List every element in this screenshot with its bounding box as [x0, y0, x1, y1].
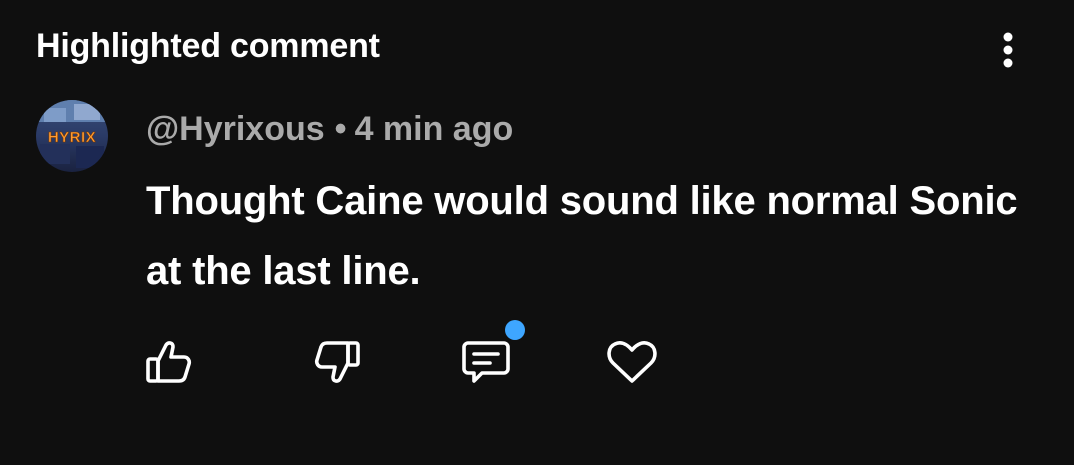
heart-button[interactable]: [604, 334, 660, 390]
comment-meta: @Hyrixous • 4 min ago: [146, 108, 513, 150]
heart-icon: [607, 341, 657, 383]
reply-icon: [462, 341, 510, 383]
reply-notification-dot: [505, 320, 525, 340]
page-title: Highlighted comment: [36, 27, 380, 65]
comment-timestamp: 4 min ago: [354, 110, 514, 148]
meta-separator: •: [334, 110, 347, 148]
thumbs-up-icon: [146, 341, 192, 383]
comment-text: Thought Caine would sound like normal So…: [146, 179, 1018, 293]
thumbs-down-icon: [314, 341, 360, 383]
like-button[interactable]: [140, 334, 196, 390]
more-options-button[interactable]: [986, 28, 1030, 72]
more-vertical-icon: [1003, 32, 1013, 68]
avatar-logo-text: HYRIX: [48, 129, 96, 146]
comment-author[interactable]: @Hyrixous: [146, 110, 325, 148]
reply-button[interactable]: [458, 334, 514, 390]
avatar[interactable]: HYRIX: [36, 100, 108, 172]
avatar-image: HYRIX: [36, 100, 108, 172]
dislike-button[interactable]: [310, 334, 366, 390]
